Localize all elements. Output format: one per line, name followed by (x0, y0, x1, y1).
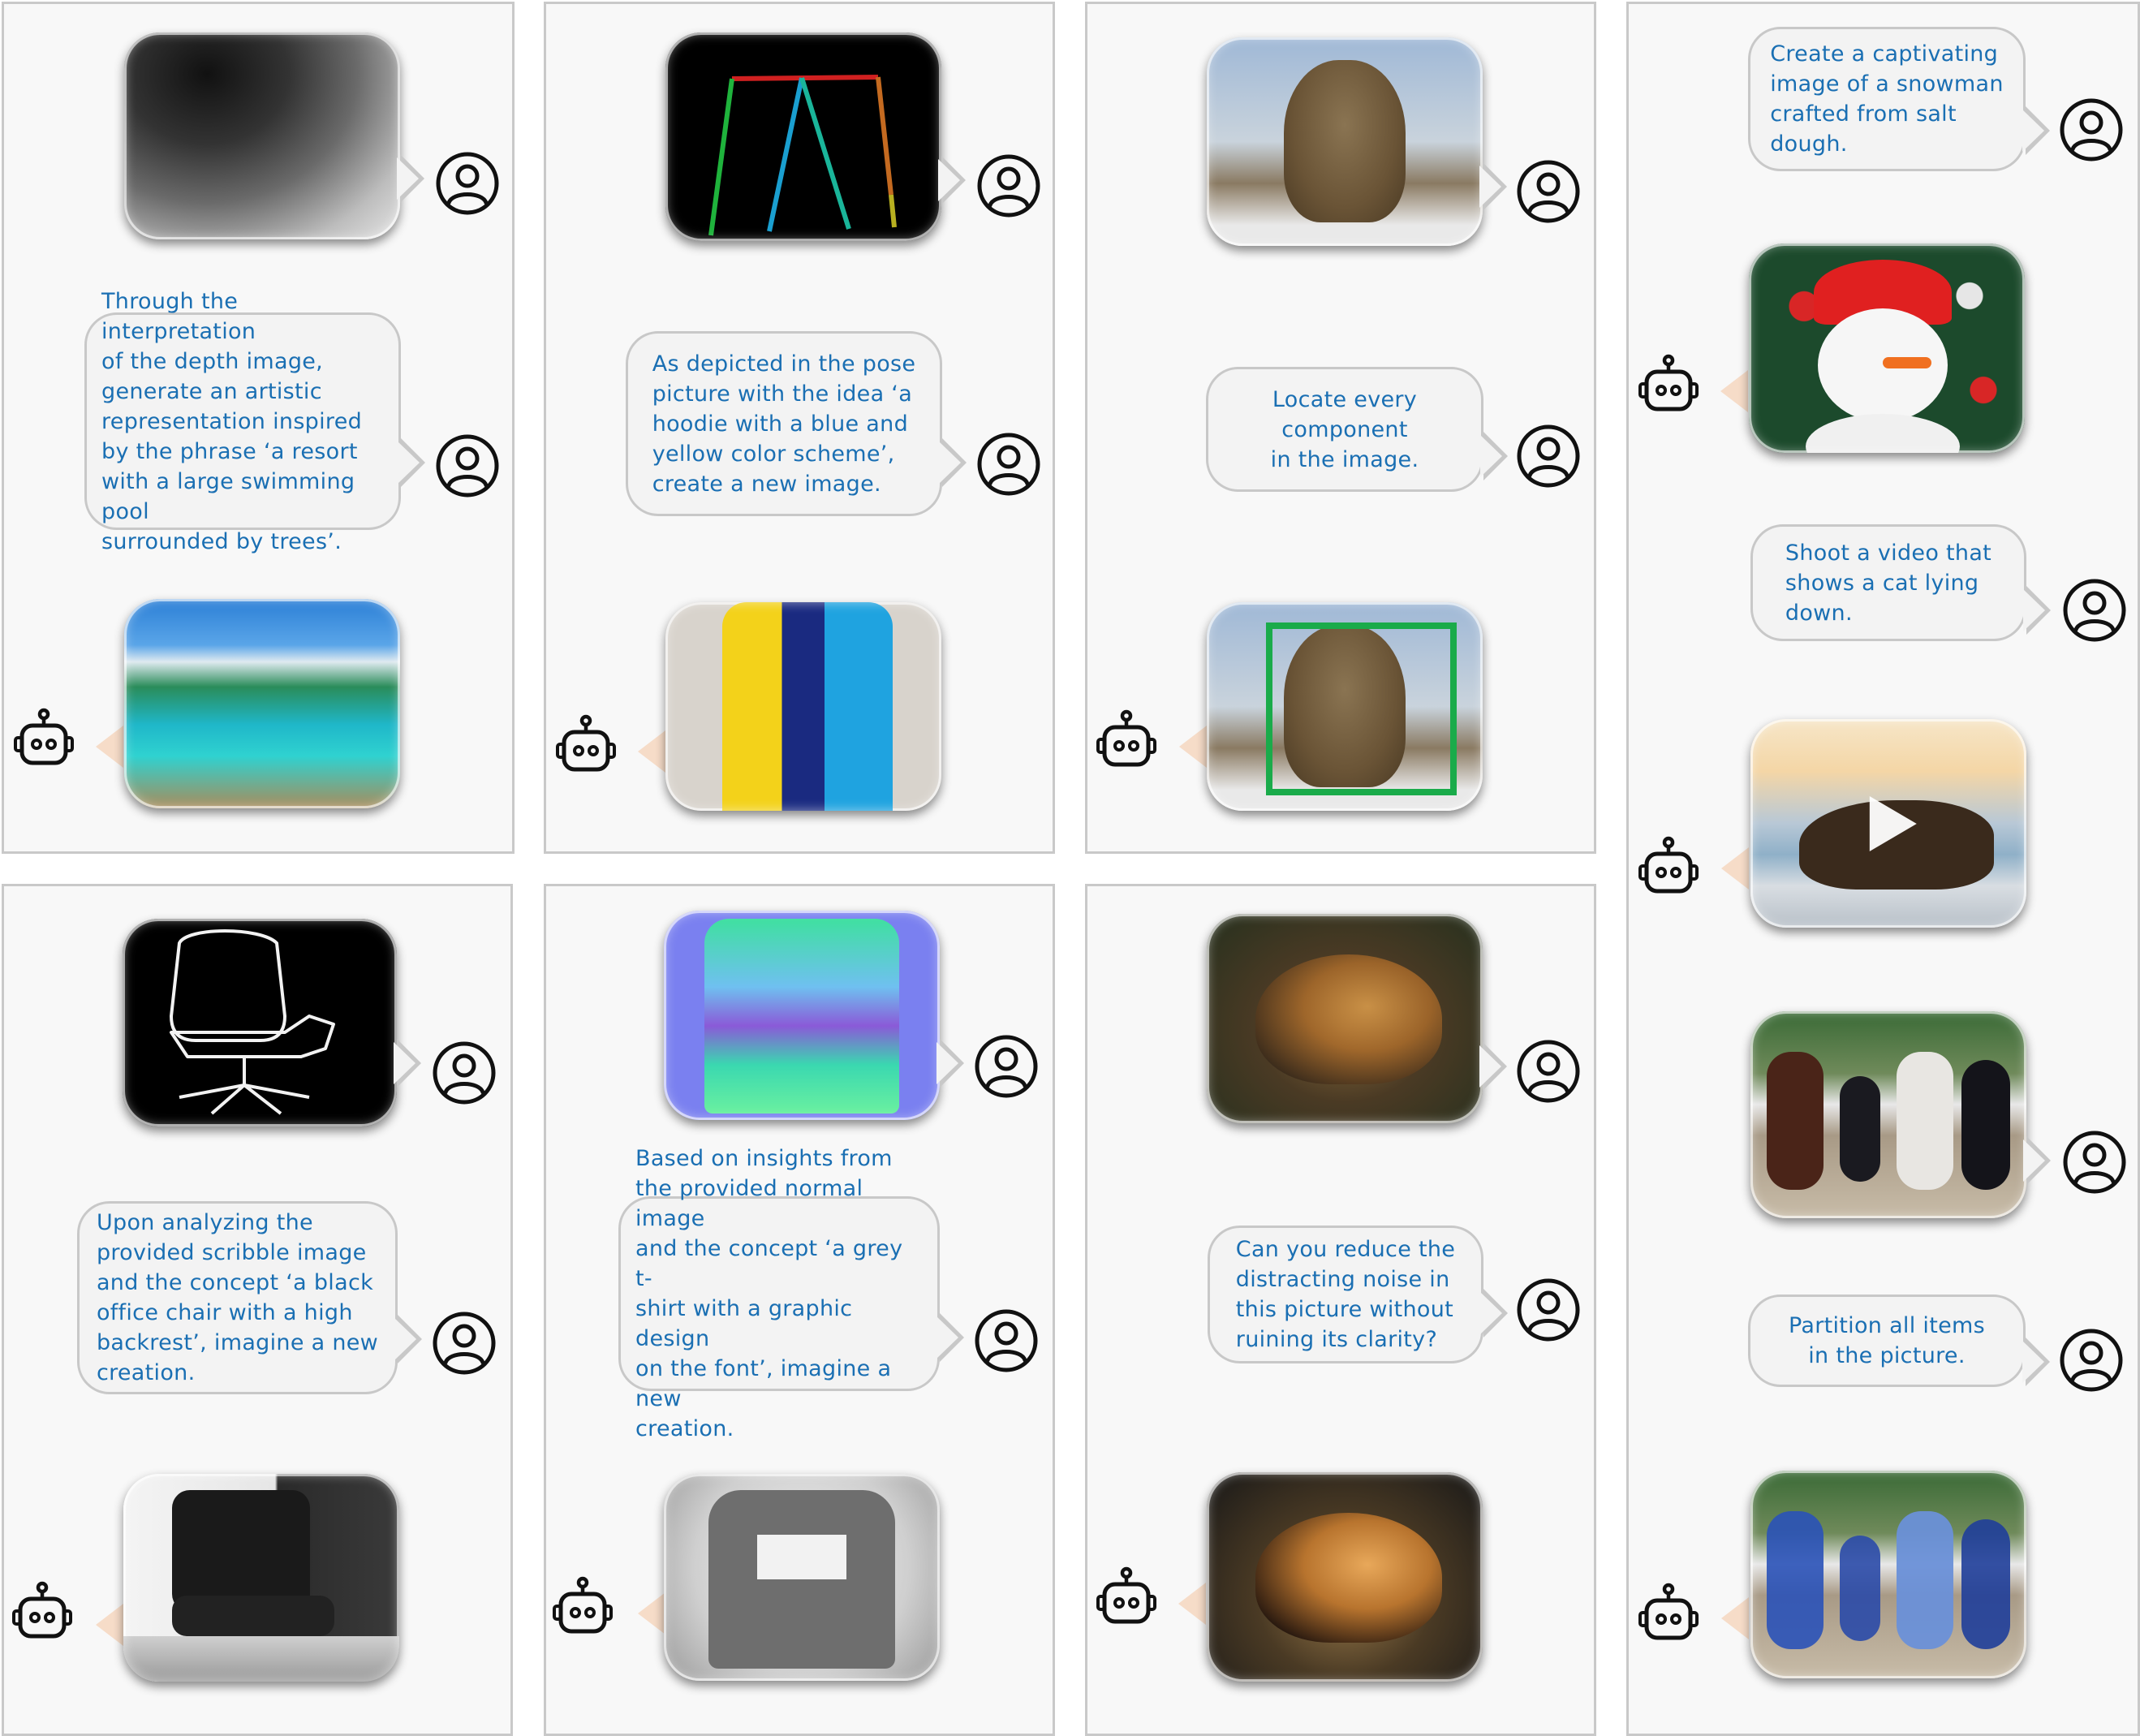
prompt-text-depth: Through the interpretation of the depth … (101, 288, 363, 554)
user-icon (974, 1034, 1039, 1099)
user-icon (1516, 424, 1581, 489)
prompt-bubble-denoise: Can you reduce the distracting noise in … (1208, 1226, 1483, 1363)
prompt-text-pose: As depicted in the pose picture with the… (652, 351, 916, 497)
user-icon (1516, 159, 1581, 224)
robot-icon (1094, 709, 1159, 774)
bubble-tail (1721, 847, 1749, 890)
user-icon (435, 151, 500, 216)
prompt-text-denoise: Can you reduce the distracting noise in … (1235, 1237, 1456, 1352)
user-icon (1516, 1039, 1581, 1104)
user-icon (2062, 1130, 2127, 1195)
user-icon (974, 1308, 1039, 1373)
prompt-bubble-partition: Partition all items in the picture. (1748, 1294, 2026, 1387)
prompt-bubble-normal: Based on insights from the provided norm… (618, 1146, 940, 1441)
user-icon (432, 1311, 497, 1376)
robot-icon (1636, 1583, 1701, 1648)
user-icon (2059, 97, 2124, 162)
robot-icon (553, 714, 618, 779)
scribble-input-image (123, 919, 397, 1126)
bubble-tail (638, 730, 665, 773)
bounding-box (1266, 622, 1457, 795)
prompt-bubble-pose: As depicted in the pose picture with the… (626, 331, 942, 516)
prompt-text-partition: Partition all items in the picture. (1788, 1313, 1985, 1368)
user-icon (976, 432, 1041, 497)
bubble-tail (638, 1592, 665, 1635)
play-icon[interactable] (1869, 795, 1917, 851)
resort-output-image (124, 599, 400, 808)
depth-input-image (124, 32, 400, 239)
prompt-text-locate: Locate every component in the image. (1270, 386, 1419, 472)
prompt-bubble-scribble: Upon analyzing the provided scribble ima… (77, 1201, 398, 1394)
robot-icon (11, 708, 76, 773)
prompt-bubble-snowman: Create a captivating image of a snowman … (1748, 27, 2026, 171)
user-icon (2062, 578, 2127, 643)
robot-icon (10, 1581, 75, 1646)
normal-input-image (664, 911, 940, 1120)
bubble-tail (96, 726, 123, 768)
prompt-text-snowman: Create a captivating image of a snowman … (1770, 41, 2004, 157)
bubble-tail (96, 1604, 123, 1646)
prompt-bubble-depth: Through the interpretation of the depth … (84, 289, 401, 554)
cat-output-image (1207, 602, 1483, 811)
bubble-tail (1178, 1583, 1206, 1625)
tshirt-output-image (664, 1474, 940, 1681)
prompt-bubble-video: Shoot a video that shows a cat lying dow… (1750, 524, 2026, 641)
horses-segmented-image (1750, 1471, 2026, 1678)
bubble-tail (1721, 1597, 1749, 1639)
prompt-text-normal: Based on insights from the provided norm… (635, 1146, 903, 1441)
snowman-output-image (1749, 243, 2025, 453)
robot-icon (1094, 1566, 1159, 1631)
user-icon (432, 1040, 497, 1105)
clean-tiger-output-image (1207, 1472, 1483, 1682)
robot-icon (550, 1576, 615, 1641)
user-icon (435, 433, 500, 498)
prompt-text-scribble: Upon analyzing the provided scribble ima… (96, 1210, 379, 1385)
horses-input-image (1750, 1011, 2026, 1218)
robot-icon (1636, 354, 1701, 419)
prompt-text-video: Shoot a video that shows a cat lying dow… (1785, 540, 1992, 626)
bubble-tail (1720, 370, 1748, 412)
prompt-bubble-locate: Locate every component in the image. (1206, 367, 1483, 492)
bubble-tail (1179, 726, 1207, 768)
chair-output-image (123, 1474, 399, 1682)
user-icon (2059, 1328, 2124, 1393)
noisy-tiger-input-image (1207, 914, 1483, 1123)
cat-video-output[interactable] (1750, 719, 2026, 928)
hoodie-output-image (665, 602, 941, 811)
robot-icon (1636, 836, 1701, 901)
cat-input-image (1207, 37, 1483, 246)
user-icon (976, 153, 1041, 218)
user-icon (1516, 1277, 1581, 1342)
pose-input-image (665, 32, 941, 241)
